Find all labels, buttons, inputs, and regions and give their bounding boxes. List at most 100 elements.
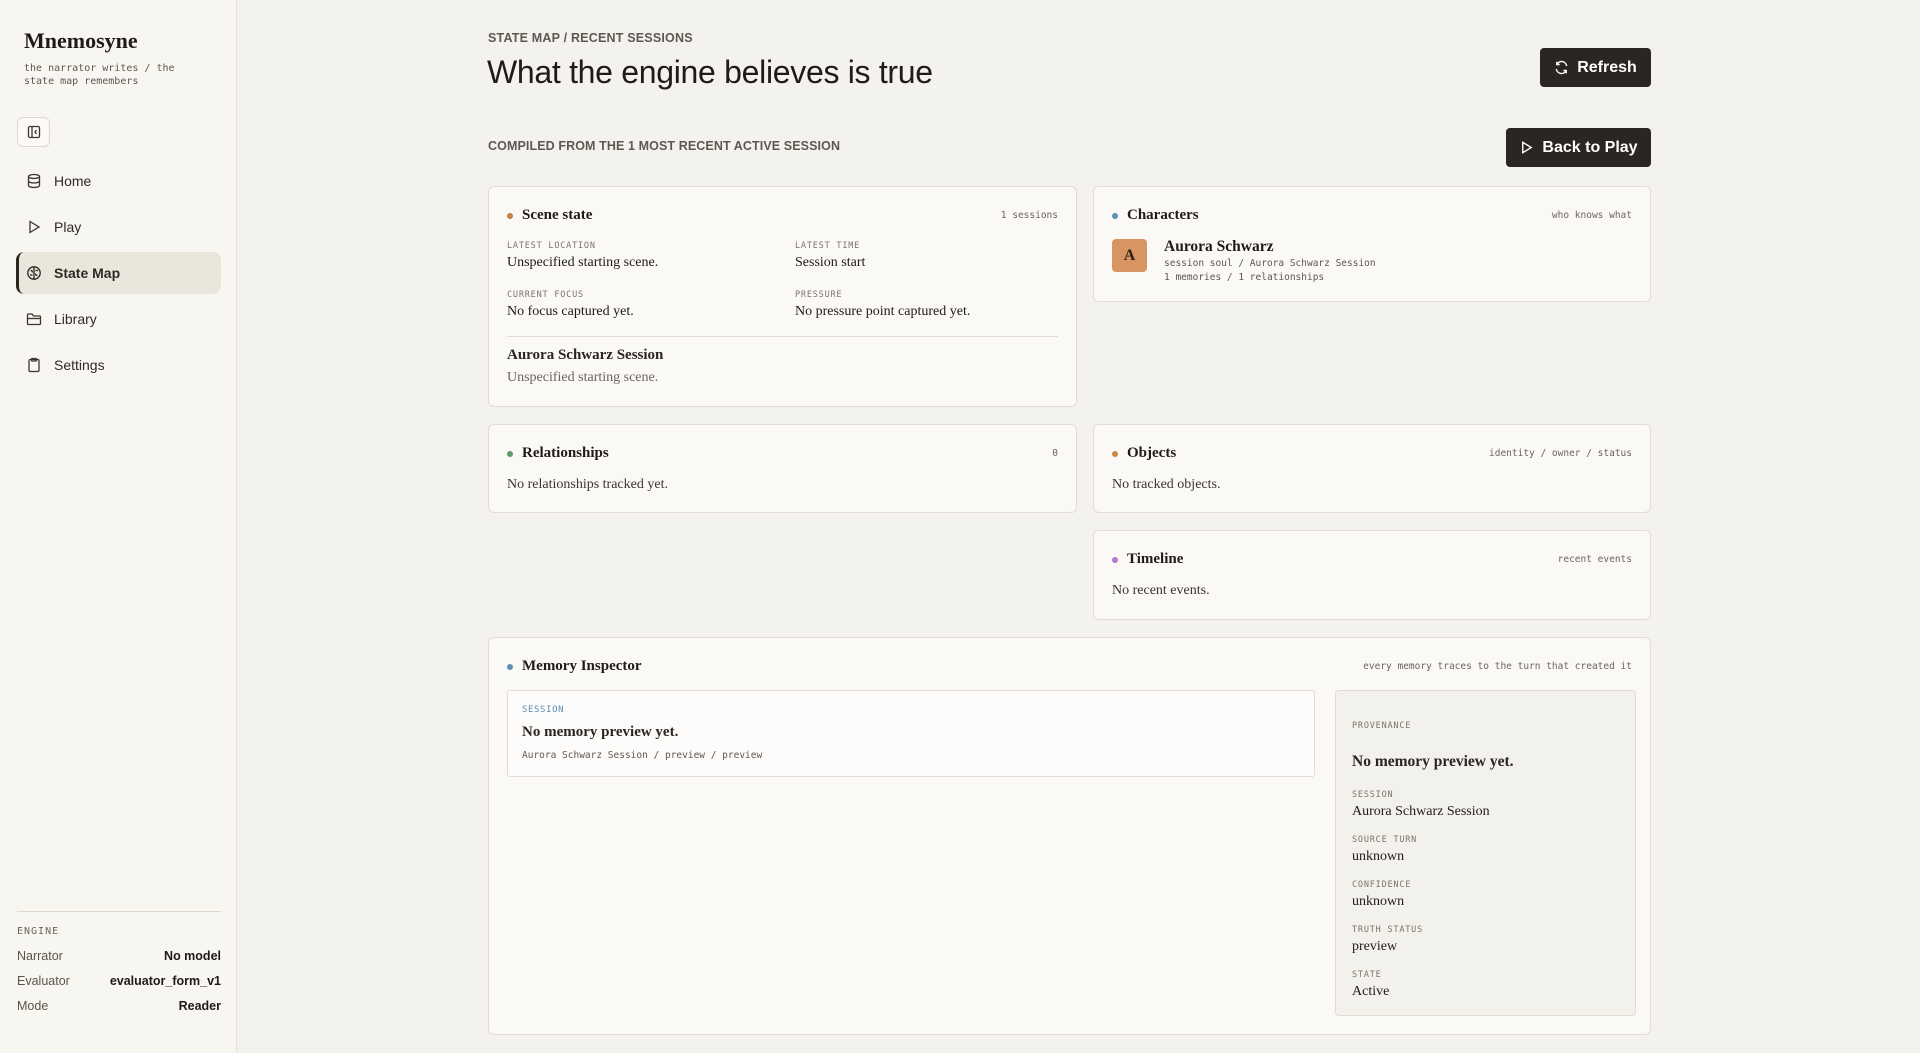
avatar[interactable]: A xyxy=(1112,239,1147,272)
field-label: STATE xyxy=(1352,970,1382,980)
compiled-note: COMPILED FROM THE 1 MOST RECENT ACTIVE S… xyxy=(488,139,841,153)
relationships-card: Relationships 0 No relationships tracked… xyxy=(488,424,1077,513)
card-header: Scene state 1 sessions xyxy=(507,207,1058,224)
sidebar-item-label: Settings xyxy=(54,357,105,373)
engine-row-value: No model xyxy=(164,949,221,963)
card-header: Objects identity / owner / status xyxy=(1112,445,1632,462)
refresh-button[interactable]: Refresh xyxy=(1540,48,1651,87)
breadcrumb: STATE MAP / RECENT SESSIONS xyxy=(488,31,693,45)
sidebar: Mnemosyne the narrator writes / the stat… xyxy=(0,0,237,1053)
empty-message: No tracked objects. xyxy=(1112,477,1221,492)
card-header: Timeline recent events xyxy=(1112,551,1632,568)
engine-row-value: evaluator_form_v1 xyxy=(109,974,221,988)
divider xyxy=(507,336,1058,337)
field-value: Unspecified starting scene. xyxy=(507,255,659,270)
field-value: preview xyxy=(1352,939,1398,954)
card-title-wrap: Objects xyxy=(1112,445,1176,462)
status-dot xyxy=(507,212,513,219)
status-dot xyxy=(1112,450,1118,457)
play-icon xyxy=(29,220,41,234)
brain-icon xyxy=(27,266,41,280)
card-title-wrap: Characters xyxy=(1112,207,1199,224)
provenance-label: PROVENANCE xyxy=(1352,721,1412,731)
collapse-sidebar-button[interactable] xyxy=(17,117,50,147)
latest-location-field: LATEST LOCATION Unspecified starting sce… xyxy=(507,241,658,271)
card-title: Memory Inspector xyxy=(522,658,642,674)
play-icon xyxy=(1522,141,1533,154)
provenance-confidence-field: CONFIDENCE unknown xyxy=(1352,880,1411,910)
timeline-card: Timeline recent events No recent events. xyxy=(1093,530,1651,620)
sidebar-item-library[interactable]: Library xyxy=(16,298,221,340)
field-label: SOURCE TURN xyxy=(1352,835,1418,845)
session-name: Aurora Schwarz Session xyxy=(507,347,664,363)
empty-message: No recent events. xyxy=(1112,583,1210,598)
field-value: Aurora Schwarz Session xyxy=(1352,804,1490,819)
sidebar-item-play[interactable]: Play xyxy=(16,206,221,248)
characters-card: Characters who knows what A Aurora Schwa… xyxy=(1093,186,1651,302)
field-value: unknown xyxy=(1352,894,1405,909)
objects-card: Objects identity / owner / status No tra… xyxy=(1093,424,1651,513)
back-to-play-button[interactable]: Back to Play xyxy=(1506,128,1651,167)
card-meta: 0 xyxy=(1052,448,1058,459)
refresh-label: Refresh xyxy=(1577,58,1637,76)
clipboard-icon xyxy=(28,357,40,373)
provenance-truth-status-field: TRUTH STATUS preview xyxy=(1352,925,1423,955)
field-value: unknown xyxy=(1352,849,1405,864)
card-title: Relationships xyxy=(522,445,609,461)
card-title: Timeline xyxy=(1127,551,1184,567)
engine-row-label: Mode xyxy=(17,999,49,1013)
field-label: SESSION xyxy=(1352,790,1394,800)
card-header: Memory Inspector every memory traces to … xyxy=(507,658,1632,675)
sidebar-item-label: Library xyxy=(54,311,97,327)
pressure-field: PRESSURE No pressure point captured yet. xyxy=(795,290,970,320)
field-label: CONFIDENCE xyxy=(1352,880,1412,890)
refresh-icon xyxy=(1555,60,1568,75)
brand-tagline: the narrator writes / the state map reme… xyxy=(24,63,175,87)
brand-name: Mnemosyne xyxy=(24,28,138,53)
sidebar-collapse-icon xyxy=(27,125,40,139)
card-title: Scene state xyxy=(522,207,593,223)
status-dot xyxy=(507,450,513,457)
memory-item[interactable]: SESSION No memory preview yet. Aurora Sc… xyxy=(507,690,1315,777)
field-value: Active xyxy=(1352,984,1390,999)
sidebar-item-state-map[interactable]: State Map xyxy=(16,252,221,294)
sidebar-nav: Home Play State Map Library Settings xyxy=(16,160,221,390)
current-focus-field: CURRENT FOCUS No focus captured yet. xyxy=(507,290,634,320)
engine-title: ENGINE xyxy=(17,926,60,937)
engine-row-narrator: Narrator No model xyxy=(17,949,221,974)
card-title: Characters xyxy=(1127,207,1199,223)
status-dot xyxy=(507,663,513,670)
character-sub: session soul / Aurora Schwarz Session xyxy=(1164,258,1376,269)
card-meta: recent events xyxy=(1557,554,1632,565)
provenance-source-turn-field: SOURCE TURN unknown xyxy=(1352,835,1417,865)
provenance-panel: PROVENANCE No memory preview yet. SESSIO… xyxy=(1335,690,1636,1016)
card-header: Relationships 0 xyxy=(507,445,1058,462)
status-dot xyxy=(1112,556,1118,563)
card-meta: identity / owner / status xyxy=(1489,448,1632,459)
sidebar-item-home[interactable]: Home xyxy=(16,160,221,202)
card-title-wrap: Scene state xyxy=(507,207,592,224)
memory-title: No memory preview yet. xyxy=(522,724,679,740)
sidebar-item-label: State Map xyxy=(54,265,121,281)
page-title: What the engine believes is true xyxy=(487,54,933,90)
provenance-state-field: STATE Active xyxy=(1352,970,1389,1000)
sidebar-item-settings[interactable]: Settings xyxy=(16,344,221,386)
field-label: CURRENT FOCUS xyxy=(507,290,584,300)
card-title: Objects xyxy=(1127,445,1177,461)
provenance-title: No memory preview yet. xyxy=(1352,753,1514,770)
folder-icon xyxy=(26,313,42,326)
field-label: TRUTH STATUS xyxy=(1352,925,1424,935)
field-value: Session start xyxy=(795,255,866,270)
memory-tag: SESSION xyxy=(522,705,565,715)
latest-time-field: LATEST TIME Session start xyxy=(795,241,865,271)
card-meta: every memory traces to the turn that cre… xyxy=(1363,661,1632,672)
card-title-wrap: Relationships xyxy=(507,445,609,462)
field-label: LATEST LOCATION xyxy=(507,241,596,251)
card-title-wrap: Memory Inspector xyxy=(507,658,642,675)
character-name[interactable]: Aurora Schwarz xyxy=(1164,238,1274,256)
memory-sub: Aurora Schwarz Session / preview / previ… xyxy=(522,750,763,761)
card-meta: 1 sessions xyxy=(1000,210,1058,221)
engine-row-value: Reader xyxy=(178,999,221,1013)
status-dot xyxy=(1112,212,1118,219)
field-value: No focus captured yet. xyxy=(507,304,634,319)
